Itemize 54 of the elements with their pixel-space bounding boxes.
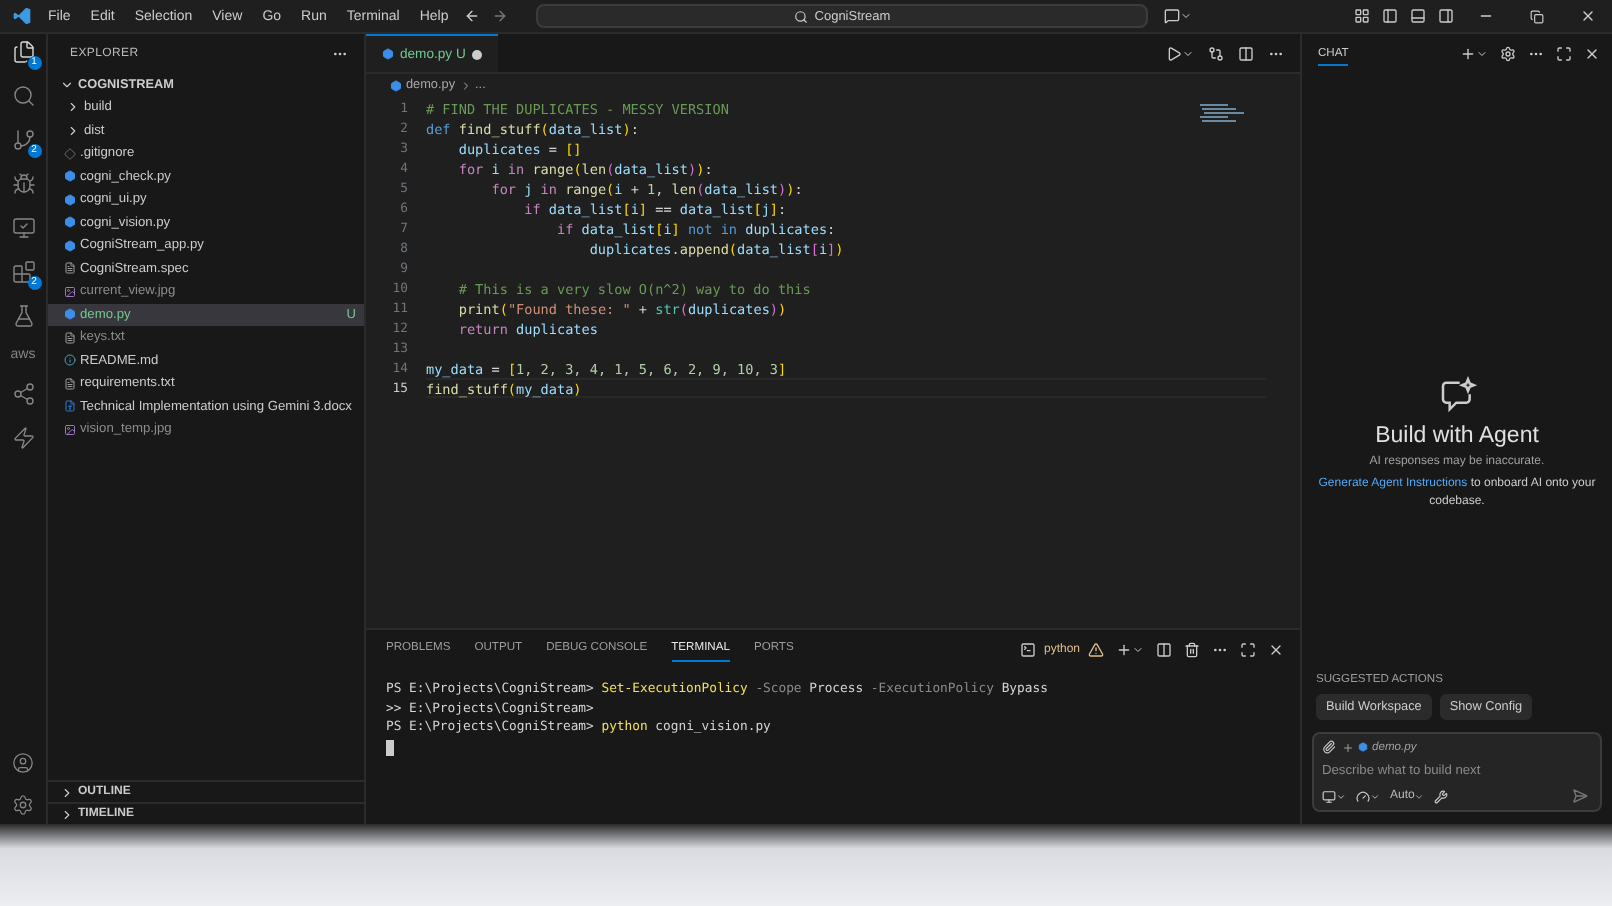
search-icon xyxy=(794,9,809,23)
text-file-icon xyxy=(64,377,76,390)
python-file-icon xyxy=(64,308,76,321)
info-icon xyxy=(64,354,76,367)
plus-icon xyxy=(1342,741,1354,753)
chevron-down-icon xyxy=(60,78,74,92)
python-file-icon xyxy=(382,48,394,60)
terminal-icon[interactable] xyxy=(1015,641,1040,657)
empty-state-heading: Build with Agent xyxy=(1375,424,1539,448)
panel-left-icon[interactable] xyxy=(1378,8,1402,24)
search-icon[interactable] xyxy=(11,84,35,108)
chevron-right-icon xyxy=(459,79,472,91)
bug-icon[interactable] xyxy=(11,172,35,196)
python-file-icon xyxy=(1358,742,1368,752)
python-file-icon xyxy=(64,170,76,183)
chevron-icon[interactable] xyxy=(66,100,80,115)
tools-icon[interactable] xyxy=(1430,789,1453,803)
monitor-icon[interactable] xyxy=(1322,789,1346,803)
trash-icon[interactable] xyxy=(1180,641,1204,657)
python-file-icon xyxy=(390,79,402,91)
chevron-icon[interactable] xyxy=(66,123,80,138)
python-file-icon xyxy=(64,216,76,229)
minimap-drawing xyxy=(1200,104,1248,124)
split-editor-icon[interactable] xyxy=(1234,45,1258,61)
maximize-icon[interactable] xyxy=(1552,46,1576,62)
chat-sparkle-icon xyxy=(1437,376,1477,416)
warning-icon xyxy=(1084,641,1108,657)
lightning-icon[interactable] xyxy=(11,426,35,450)
text-file-icon xyxy=(64,262,76,275)
document-file-icon xyxy=(64,400,76,413)
maximize-icon[interactable] xyxy=(1236,641,1260,657)
monitor-icon[interactable] xyxy=(11,216,35,240)
python-file-icon xyxy=(64,239,76,252)
image-file-icon xyxy=(64,285,76,298)
send-icon[interactable] xyxy=(1568,788,1592,804)
panel-right-icon[interactable] xyxy=(1434,8,1458,24)
compare-icon[interactable] xyxy=(1204,45,1228,61)
panel-bottom-icon[interactable] xyxy=(1406,8,1430,24)
python-file-icon xyxy=(64,193,76,206)
image-file-icon xyxy=(64,423,76,436)
layout-grid-icon[interactable] xyxy=(1350,8,1374,24)
split-icon[interactable] xyxy=(1152,641,1176,657)
settings-icon[interactable] xyxy=(1496,46,1520,62)
paperclip-icon[interactable] xyxy=(1322,740,1336,754)
flask-icon[interactable] xyxy=(11,304,35,328)
app-logo-icon xyxy=(8,6,36,26)
gauge-icon[interactable] xyxy=(1352,789,1384,803)
chevron-down-icon xyxy=(1414,791,1425,801)
share-icon[interactable] xyxy=(11,382,35,406)
account-icon[interactable] xyxy=(12,752,34,774)
terminal-cursor xyxy=(386,739,394,755)
settings-icon[interactable] xyxy=(12,794,34,816)
text-file-icon xyxy=(64,331,76,344)
diamond-icon xyxy=(64,147,76,160)
